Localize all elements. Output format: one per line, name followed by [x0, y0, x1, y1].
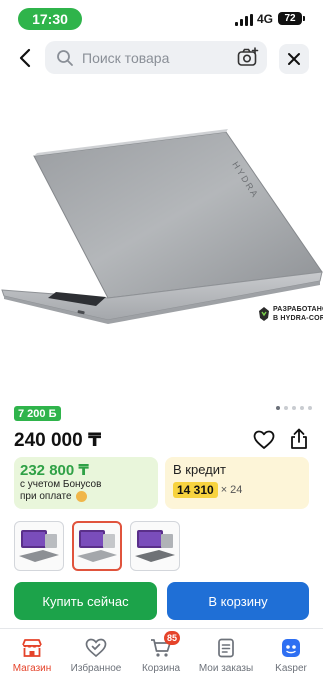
thumbnail-selected[interactable] [72, 521, 122, 571]
search-placeholder: Поиск товара [82, 50, 170, 66]
network-label: 4G [257, 12, 274, 26]
search-icon [57, 50, 73, 66]
status-bar: 17:30 4G 72 [0, 0, 323, 38]
camera-search-icon[interactable] [237, 47, 259, 67]
tab-shop-label: Магазин [12, 663, 52, 674]
credit-monthly-payment: 14 310 [173, 482, 218, 498]
tab-orders[interactable]: Мои заказы [194, 637, 258, 674]
share-icon [291, 428, 307, 449]
kasper-icon [282, 639, 300, 657]
developer-badge-label: РАЗРАБОТАНО В HYDRA-CORP [273, 306, 323, 322]
orders-icon [218, 638, 234, 658]
bonus-badge: 7 200 Б [14, 406, 61, 421]
credit-card[interactable]: В кредит 14 310 × 24 [165, 457, 309, 509]
gallery-dot [276, 406, 280, 410]
laptop-image: HYDRA [1, 129, 323, 324]
signal-icon [235, 14, 253, 26]
hydra-logo-icon [259, 307, 269, 321]
credit-title: В кредит [173, 462, 226, 477]
status-time: 17:30 [18, 8, 82, 30]
share-button[interactable] [289, 428, 309, 455]
add-to-cart-button[interactable]: В корзину [167, 582, 309, 620]
close-button[interactable] [279, 44, 309, 74]
tab-favorites[interactable]: Избранное [64, 637, 128, 674]
heart-icon [253, 430, 275, 449]
tab-shop[interactable]: Магазин [0, 637, 64, 674]
tab-bar: Магазин Избранное 85 Корзина Мои заказы … [0, 628, 323, 699]
thumbnail-image [135, 530, 175, 562]
bonus-price-note-1: с учетом Бонусов [20, 479, 102, 490]
tab-orders-label: Мои заказы [198, 663, 254, 674]
battery-icon: 72 [278, 12, 305, 25]
bonus-price-note-2-text: при оплате [20, 491, 72, 503]
buy-now-button[interactable]: Купить сейчас [14, 582, 157, 620]
shop-icon [22, 639, 42, 657]
bonus-price-amount: 232 800 ₸ [20, 462, 89, 479]
chevron-left-icon [19, 48, 31, 68]
thumbnail[interactable] [130, 521, 180, 571]
thumbnail[interactable] [14, 521, 64, 571]
cart-count-badge: 85 [164, 631, 181, 645]
favorite-button[interactable] [253, 430, 275, 455]
gallery-dot [284, 406, 288, 410]
gallery-dots [276, 406, 312, 410]
tab-kasper[interactable]: Kasper [259, 637, 323, 674]
product-price: 240 000 ₸ [14, 430, 102, 451]
bonus-price-note-2: при оплате [20, 491, 152, 503]
heart-check-icon [85, 638, 107, 658]
thumbnail-image [77, 530, 117, 562]
search-input[interactable]: Поиск товара [45, 41, 267, 74]
developer-badge: РАЗРАБОТАНО В HYDRA-CORP [258, 305, 323, 323]
close-icon [288, 53, 300, 65]
bonus-coin-icon [75, 491, 87, 502]
back-button[interactable] [14, 45, 36, 71]
gallery-dot [292, 406, 296, 410]
gallery-dot [308, 406, 312, 410]
thumbnail-image [19, 530, 59, 562]
thumbnail-strip [14, 521, 180, 571]
product-image[interactable]: HYDRA [0, 84, 323, 394]
tab-kasper-label: Kasper [275, 663, 307, 674]
bonus-price-card[interactable]: 232 800 ₸ с учетом Бонусов при оплате [14, 457, 158, 509]
tab-cart-label: Корзина [141, 663, 181, 674]
credit-months: × 24 [220, 484, 243, 496]
tab-cart[interactable]: 85 Корзина [129, 631, 193, 674]
tab-favorites-label: Избранное [70, 663, 122, 674]
gallery-dot [300, 406, 304, 410]
